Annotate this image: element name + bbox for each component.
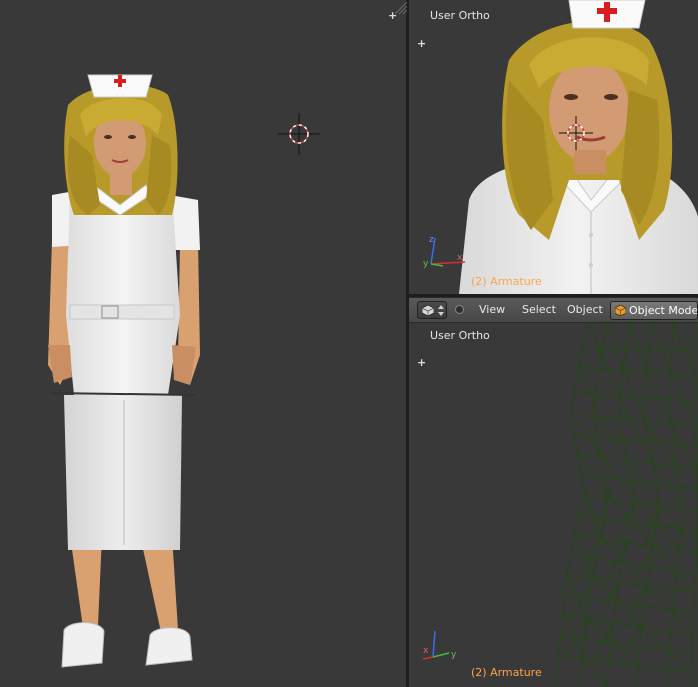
svg-text:x: x <box>457 253 463 263</box>
nurse-character-model <box>48 74 200 668</box>
3d-view-icon <box>422 305 434 316</box>
viewport-header: View Select Object Object Mode <box>409 297 698 323</box>
chevron-updown-icon <box>438 305 444 316</box>
mode-select-label: Object Mode <box>629 304 698 317</box>
viewport-plus-icon[interactable]: + <box>417 38 426 49</box>
svg-text:y: y <box>451 650 457 660</box>
wireframe-mesh <box>556 323 698 687</box>
svg-text:x: x <box>423 646 429 656</box>
viewport-left[interactable]: + <box>0 0 406 687</box>
axis-gizmo-icon: y x <box>422 630 457 660</box>
viewport-top-right[interactable]: User Ortho + x y z (2) Armature <box>409 0 698 294</box>
viewport-bottom-right[interactable]: User Ortho + y x (2) Armature <box>409 323 698 687</box>
3d-cursor-icon <box>278 113 320 155</box>
menu-object[interactable]: Object <box>567 303 603 316</box>
collapse-menus-icon[interactable] <box>455 305 464 314</box>
view-label: User Ortho <box>430 329 490 342</box>
menu-view[interactable]: View <box>479 303 505 316</box>
svg-text:z: z <box>429 235 434 245</box>
viewport-plus-icon[interactable]: + <box>417 357 426 368</box>
object-mode-cube-icon <box>615 305 626 316</box>
mode-select[interactable]: Object Mode <box>610 301 698 320</box>
object-label: (2) Armature <box>471 275 542 288</box>
editor-type-button[interactable] <box>417 301 447 319</box>
object-label: (2) Armature <box>471 666 542 679</box>
svg-text:y: y <box>423 259 429 269</box>
area-split-grip-icon[interactable] <box>395 2 407 14</box>
menu-select[interactable]: Select <box>522 303 556 316</box>
3d-cursor-icon <box>559 116 593 150</box>
axis-gizmo-icon: x y z <box>423 235 466 269</box>
